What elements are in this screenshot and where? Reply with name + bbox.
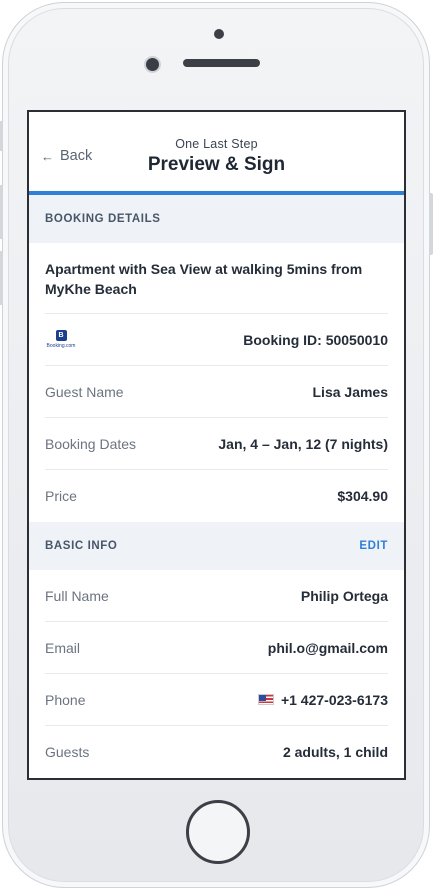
basic-info-section-header: BASIC INFO EDIT [29, 522, 404, 570]
phone-row: Phone +1 427-023-6173 [45, 674, 388, 726]
row-value: Lisa James [312, 383, 389, 400]
row-label: Guest Name [45, 383, 124, 400]
row-label: Email [45, 639, 81, 656]
phone-number: +1 427-023-6173 [280, 691, 388, 708]
mute-switch [0, 121, 3, 151]
edit-button[interactable]: EDIT [359, 540, 388, 552]
front-camera [144, 56, 161, 73]
us-flag-icon [257, 694, 274, 705]
power-button [429, 193, 433, 255]
earpiece-speaker [183, 59, 260, 67]
email-row: Email phil.o@gmail.com [45, 622, 388, 674]
guest-name-row: Guest Name Lisa James [45, 366, 388, 418]
row-label: Price [45, 488, 77, 504]
booking-logo-text: Booking.com [46, 343, 76, 349]
header-subtitle: One Last Step [175, 137, 258, 151]
row-value: $304.90 [337, 488, 388, 504]
home-button[interactable] [186, 800, 250, 864]
booking-logo-mark: B [55, 330, 67, 341]
header: ← Back One Last Step Preview & Sign [29, 112, 404, 195]
row-label: Phone [45, 691, 86, 708]
booking-id-row: B Booking.com Booking ID: 50050010 [45, 314, 388, 366]
row-label: Full Name [45, 587, 109, 604]
row-value: phil.o@gmail.com [267, 639, 388, 656]
booking-dates-row: Booking Dates Jan, 4 – Jan, 12 (7 nights… [45, 418, 388, 470]
volume-down-button [0, 251, 3, 305]
booking-com-logo: B Booking.com [45, 330, 77, 349]
row-value: 2 adults, 1 child [282, 744, 388, 760]
row-value-with-flag: +1 427-023-6173 [257, 691, 388, 708]
guests-row: Guests 2 adults, 1 child [45, 726, 388, 778]
proximity-sensor [214, 29, 224, 39]
page-title: Preview & Sign [147, 154, 286, 175]
basic-info-list: Full Name Philip Ortega Email phil.o@gma… [29, 570, 404, 778]
row-value: Jan, 4 – Jan, 12 (7 nights) [218, 435, 388, 452]
row-label: Guests [45, 744, 90, 760]
full-name-row: Full Name Philip Ortega [45, 570, 388, 622]
booking-details-section-header: BOOKING DETAILS [29, 195, 404, 243]
row-value: Philip Ortega [300, 587, 388, 604]
volume-up-button [0, 185, 3, 239]
section-title: BOOKING DETAILS [45, 213, 161, 225]
price-row: Price $304.90 [45, 470, 388, 522]
property-name: Apartment with Sea View at walking 5mins… [45, 243, 388, 314]
booking-details-list: Apartment with Sea View at walking 5mins… [29, 243, 404, 522]
row-label: Booking Dates [45, 435, 137, 452]
app-screen: ← Back One Last Step Preview & Sign BOOK… [27, 110, 406, 780]
section-title: BASIC INFO [45, 540, 118, 552]
booking-id: Booking ID: 50050010 [243, 331, 388, 348]
